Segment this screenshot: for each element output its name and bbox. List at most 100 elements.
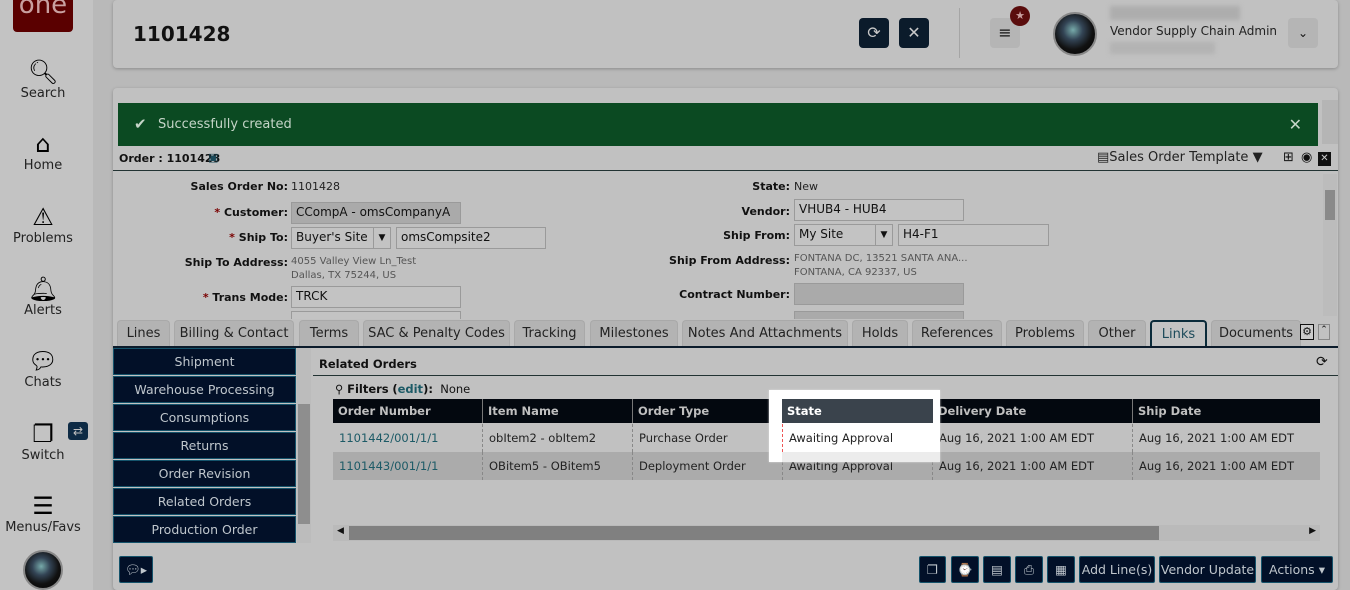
tab-terms[interactable]: Terms xyxy=(299,320,359,346)
state: Awaiting Approval xyxy=(782,424,933,452)
nav-avatar[interactable] xyxy=(23,550,63,590)
archive-box-icon[interactable]: ▤ xyxy=(983,556,1011,583)
nav-alerts[interactable]: 🔔︎ Alerts xyxy=(0,275,86,318)
filters-edit-link[interactable]: edit xyxy=(398,382,423,396)
archive-icon[interactable]: ▣ xyxy=(208,151,218,164)
nav-problems[interactable]: ⚠ Problems xyxy=(0,203,86,246)
partial-field-2[interactable] xyxy=(794,311,964,319)
tab-sac-penalty-codes[interactable]: SAC & Penalty Codes xyxy=(363,320,510,346)
tab-problems[interactable]: Problems xyxy=(1006,320,1084,346)
copy-icon[interactable]: ❐ xyxy=(919,556,946,583)
side-shipment[interactable]: Shipment xyxy=(113,348,296,375)
side-returns[interactable]: Returns xyxy=(113,432,296,459)
home-icon: ⌂ xyxy=(35,130,51,158)
order-type: Purchase Order xyxy=(632,424,782,452)
nav-chats[interactable]: 💬︎ Chats xyxy=(0,347,86,390)
add-lines-button[interactable]: Add Line(s) xyxy=(1079,556,1155,583)
tab-billing-contact[interactable]: Billing & Contact xyxy=(174,320,294,346)
col-item-name[interactable]: Item Name xyxy=(482,399,632,423)
contract-number-field[interactable] xyxy=(794,283,964,305)
print-icon[interactable]: ⎙ xyxy=(1015,556,1043,583)
menu-icon: ☰ xyxy=(32,492,54,520)
tab-notes-attachments[interactable]: Notes And Attachments xyxy=(682,320,848,346)
tab-references[interactable]: References xyxy=(912,320,1002,346)
highlight-spotlight: State Awaiting Approval xyxy=(769,390,940,462)
refresh-button[interactable]: ⟳ xyxy=(859,18,889,48)
order-number-link[interactable]: 1101442/001/1/1 xyxy=(333,424,482,452)
side-production-order[interactable]: Production Order xyxy=(113,516,296,543)
side-warehouse-processing[interactable]: Warehouse Processing xyxy=(113,376,296,403)
panel-close-icon[interactable]: ✕ xyxy=(1318,152,1331,166)
check-circle-icon: ✔ xyxy=(134,115,147,133)
history-icon[interactable]: ⌚ xyxy=(951,556,979,583)
tab-lines[interactable]: Lines xyxy=(117,320,170,346)
ship-from-site-field[interactable]: H4-F1 xyxy=(898,224,1049,246)
ship-to-site-field[interactable]: omsCompsite2 xyxy=(396,227,546,249)
ship-from-type-select[interactable]: My Site ▼ xyxy=(794,224,893,246)
order-type: Deployment Order xyxy=(632,452,782,480)
form-scrollbar[interactable] xyxy=(1323,174,1337,316)
vendor-label: Vendor: xyxy=(741,205,790,218)
nav-search[interactable]: 🔍︎ Search xyxy=(0,58,86,101)
customer-field[interactable]: CCompA - omsCompanyA xyxy=(291,202,461,224)
table-horizontal-scrollbar[interactable]: ◀ ▶ xyxy=(333,525,1320,541)
tree-view-icon[interactable]: ⊞ xyxy=(1283,150,1294,165)
switch-arrows-icon[interactable]: ⇄ xyxy=(68,422,88,440)
close-button[interactable]: ✕ xyxy=(899,18,929,48)
ship-date: Aug 16, 2021 1:00 AM EDT xyxy=(1132,424,1320,452)
search-icon: 🔍︎ xyxy=(27,58,59,86)
ship-to-type-select[interactable]: Buyer's Site ▼ xyxy=(291,227,391,249)
tab-other[interactable]: Other xyxy=(1088,320,1146,346)
warning-icon: ⚠ xyxy=(32,203,54,231)
user-name-blurred xyxy=(1110,6,1240,20)
col-order-type[interactable]: Order Type xyxy=(632,399,782,423)
user-avatar[interactable] xyxy=(1053,12,1097,56)
alert-close-icon[interactable]: ✕ xyxy=(1289,103,1302,146)
tab-milestones[interactable]: Milestones xyxy=(590,320,678,346)
refresh-icon[interactable]: ⟳ xyxy=(1316,354,1328,370)
col-delivery-date[interactable]: Delivery Date xyxy=(932,399,1132,423)
template-selector[interactable]: ▤Sales Order Template ▼ xyxy=(1097,150,1263,165)
side-related-orders[interactable]: Related Orders xyxy=(113,488,296,515)
eye-icon[interactable]: ◉ xyxy=(1301,150,1312,165)
tab-holds[interactable]: Holds xyxy=(852,320,908,346)
header-bar: 1101428 ⟳ ✕ ≡ ★ Vendor Supply Chain Admi… xyxy=(113,0,1338,68)
user-menu-chevron[interactable]: ⌄ xyxy=(1288,18,1318,48)
tab-documents[interactable]: Documents xyxy=(1211,320,1301,346)
calculator-icon[interactable]: ▦ xyxy=(1047,556,1075,583)
tab-settings-icon[interactable]: ⚙ xyxy=(1300,324,1314,340)
vendor-field[interactable]: VHUB4 - HUB4 xyxy=(794,199,964,221)
tab-links[interactable]: Links xyxy=(1150,320,1207,348)
vendor-update-button[interactable]: Vendor Update xyxy=(1159,556,1256,583)
trans-mode-field[interactable]: TRCK xyxy=(291,286,461,308)
col-state[interactable]: State xyxy=(782,399,933,423)
panel-divider xyxy=(313,375,1338,376)
page-title: 1101428 xyxy=(133,22,231,46)
app-logo[interactable]: one xyxy=(13,0,73,32)
ship-date: Aug 16, 2021 1:00 AM EDT xyxy=(1132,452,1320,480)
partial-field[interactable] xyxy=(291,311,461,319)
chat-toggle-button[interactable]: 💬︎▸ xyxy=(119,556,153,583)
order-number-link[interactable]: 1101443/001/1/1 xyxy=(333,452,482,480)
nav-menus-favs[interactable]: ☰ Menus/Favs xyxy=(0,492,86,535)
ship-from-address-label: Ship From Address: xyxy=(669,254,790,267)
col-ship-date[interactable]: Ship Date xyxy=(1132,399,1320,423)
side-order-revision[interactable]: Order Revision xyxy=(113,460,296,487)
left-nav: one 🔍︎ Search ⌂ Home ⚠ Problems 🔔︎ Alerts 💬︎… xyxy=(0,0,93,590)
contract-number-label: Contract Number: xyxy=(679,288,790,301)
collapse-icon[interactable]: ⌃ xyxy=(1318,324,1330,340)
customer-label: * Customer: xyxy=(214,206,288,219)
col-order-number[interactable]: Order Number xyxy=(333,399,482,423)
page-scrollbar[interactable] xyxy=(1322,100,1338,144)
sales-order-no-value: 1101428 xyxy=(291,180,340,193)
nav-home[interactable]: ⌂ Home xyxy=(0,130,86,173)
ship-to-address: 4055 Valley View Ln_Test Dallas, TX 75244… xyxy=(291,256,417,281)
side-menu-scrollbar[interactable] xyxy=(297,348,311,543)
filters-row: ⚲ Filters (edit): None xyxy=(335,382,471,396)
sales-order-no-label: Sales Order No: xyxy=(190,180,288,193)
side-consumptions[interactable]: Consumptions xyxy=(113,404,296,431)
user-org-blurred xyxy=(1110,42,1215,54)
tab-tracking[interactable]: Tracking xyxy=(514,320,585,346)
actions-button[interactable]: Actions ▾ xyxy=(1261,556,1333,583)
delivery-date: Aug 16, 2021 1:00 AM EDT xyxy=(932,424,1132,452)
